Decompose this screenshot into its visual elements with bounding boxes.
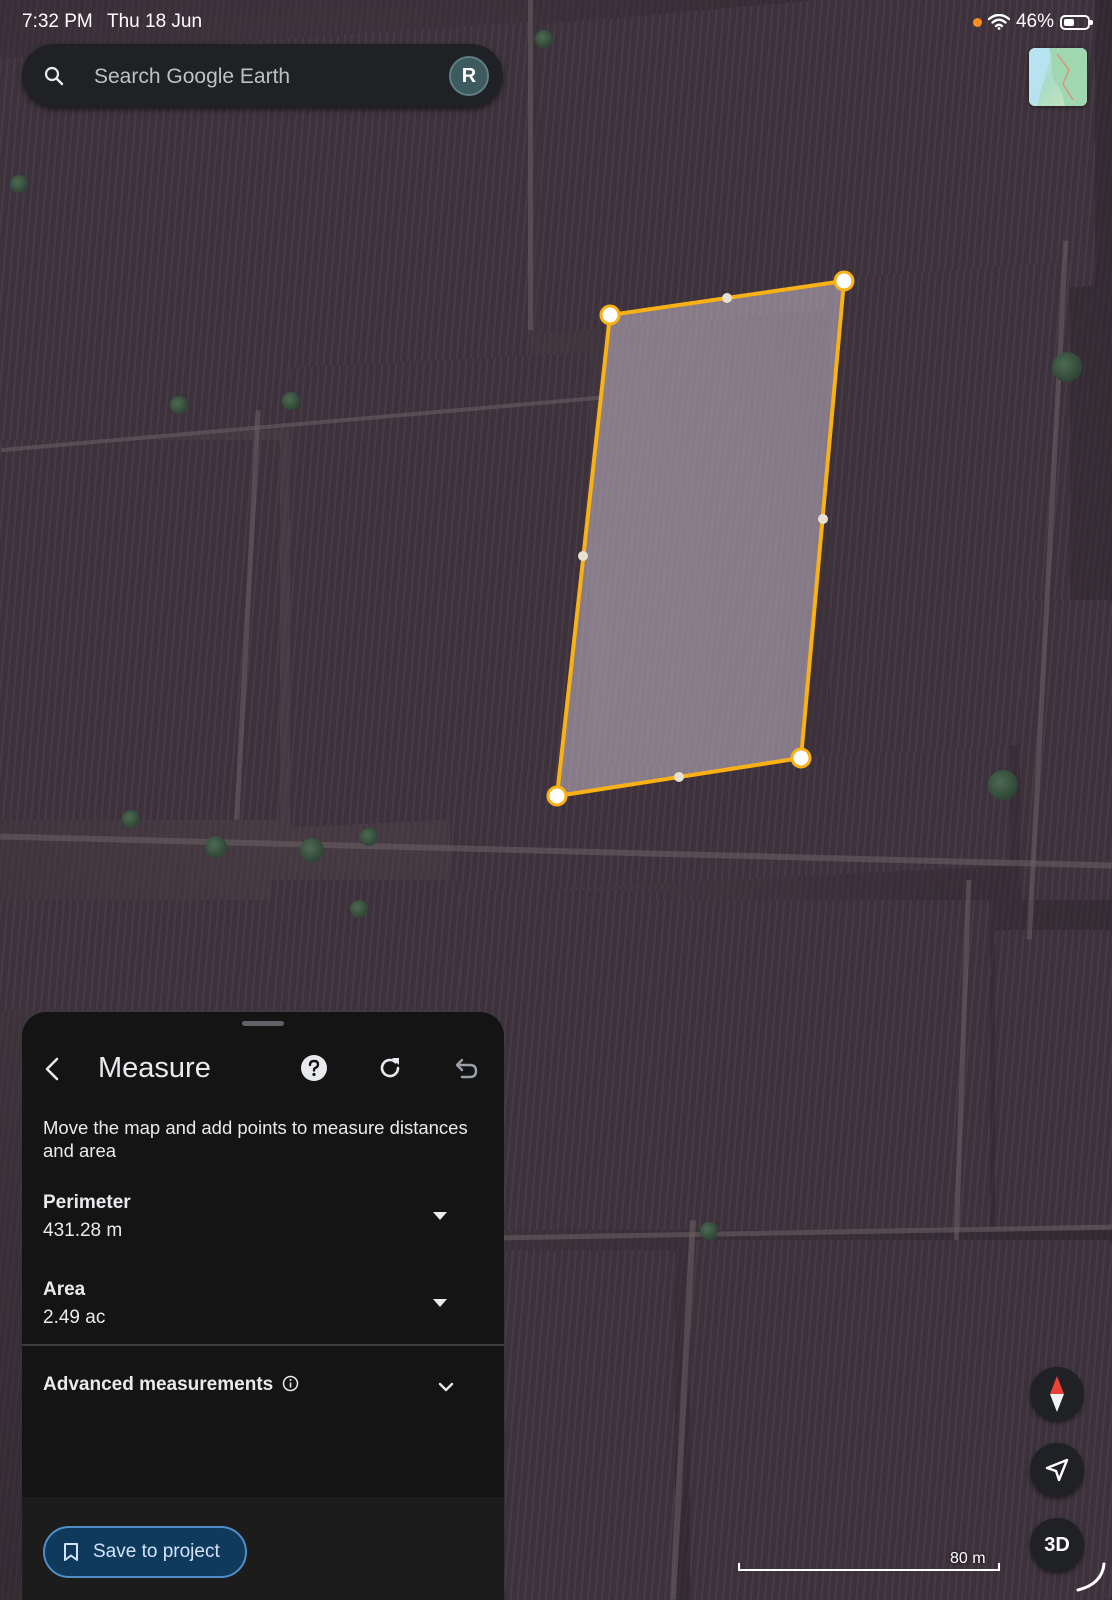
measured-area-polygon — [555, 279, 846, 798]
perimeter-value: 431.28 m — [43, 1220, 123, 1241]
panel-drag-handle[interactable] — [242, 1021, 284, 1026]
perimeter-unit-dropdown-icon[interactable] — [433, 1212, 447, 1220]
battery-icon — [1060, 14, 1093, 30]
compass-icon — [1050, 1376, 1064, 1412]
perimeter-row[interactable]: Perimeter 431.28 m — [43, 1192, 483, 1242]
battery-percent: 46% — [1015, 11, 1054, 32]
map-thumbnail-icon — [1029, 48, 1087, 106]
vertex-handle[interactable] — [546, 785, 568, 807]
navigation-icon — [1045, 1458, 1069, 1482]
save-to-project-label: Save to project — [93, 1541, 220, 1562]
chevron-down-icon[interactable] — [437, 1378, 455, 1396]
advanced-measurements-label: Advanced measurements — [43, 1374, 274, 1395]
panel-title: Measure — [98, 1052, 211, 1084]
corner-resize-icon — [1076, 1562, 1106, 1592]
vertex-handle[interactable] — [790, 747, 812, 769]
avatar[interactable]: R — [449, 56, 489, 96]
panel-footer: Save to project — [22, 1497, 504, 1600]
vertex-handle[interactable] — [833, 270, 855, 292]
midpoint-handle[interactable] — [818, 514, 828, 524]
midpoint-handle[interactable] — [674, 772, 684, 782]
status-time: 7:32 PM — [22, 11, 93, 32]
wifi-icon — [987, 14, 1010, 30]
my-location-button[interactable] — [1030, 1443, 1084, 1497]
save-to-project-button[interactable]: Save to project — [43, 1526, 247, 1578]
panel-description: Move the map and add points to measure d… — [43, 1117, 468, 1161]
search-input[interactable] — [92, 56, 456, 98]
search-bar[interactable]: R — [22, 44, 503, 108]
perimeter-label: Perimeter — [43, 1192, 131, 1213]
refresh-icon[interactable] — [376, 1054, 404, 1082]
help-icon[interactable] — [300, 1054, 328, 1082]
panel-divider — [22, 1344, 504, 1346]
undo-icon[interactable] — [452, 1054, 480, 1082]
area-unit-dropdown-icon[interactable] — [433, 1299, 447, 1307]
search-icon — [44, 66, 64, 86]
scale-bar — [738, 1563, 1000, 1571]
midpoint-handle[interactable] — [578, 551, 588, 561]
area-row[interactable]: Area 2.49 ac — [43, 1279, 483, 1329]
midpoint-handle[interactable] — [722, 293, 732, 303]
recording-dot-icon — [972, 17, 982, 27]
measure-panel: Measure Move the map and add points to m… — [22, 1012, 504, 1600]
map-style-thumbnail[interactable] — [1029, 48, 1087, 106]
advanced-measurements-row[interactable]: Advanced measurements — [43, 1374, 483, 1404]
area-value: 2.49 ac — [43, 1307, 106, 1328]
vertex-handle[interactable] — [599, 304, 621, 326]
back-button[interactable] — [40, 1056, 66, 1082]
status-indicators: 46% — [972, 11, 1093, 33]
info-icon[interactable] — [282, 1375, 299, 1392]
area-label: Area — [43, 1279, 86, 1300]
bookmark-icon — [64, 1543, 78, 1561]
compass-button[interactable] — [1030, 1367, 1084, 1421]
status-bar: 7:32 PM Thu 18 Jun 46% — [0, 0, 1112, 42]
status-date: Thu 18 Jun — [107, 11, 203, 32]
